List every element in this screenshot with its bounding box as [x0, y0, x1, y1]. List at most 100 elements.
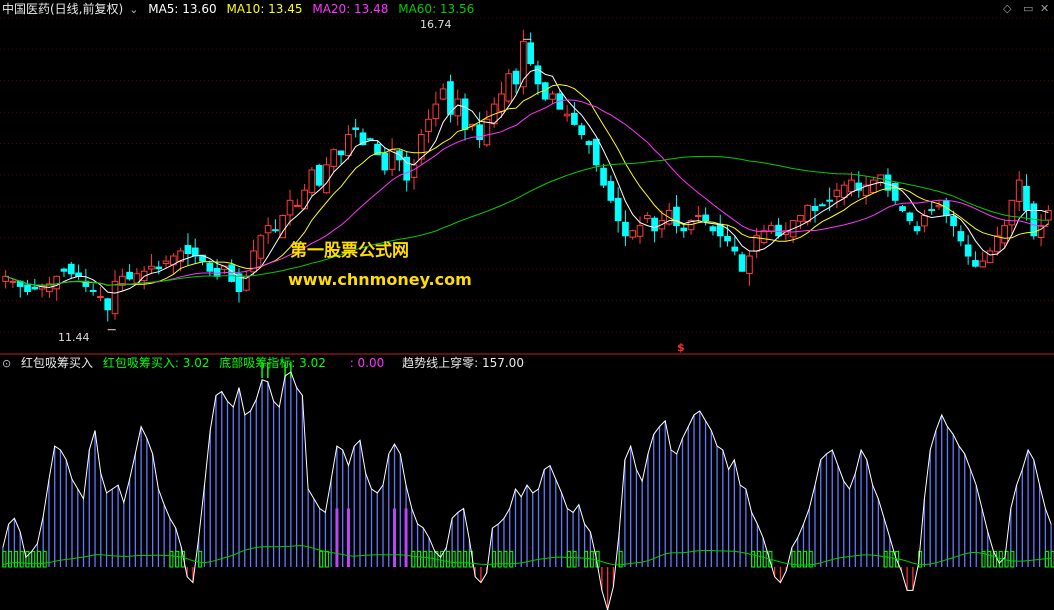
candle-body	[148, 265, 155, 270]
candle-body	[738, 254, 746, 272]
candle-body	[345, 133, 352, 156]
bottom-signal-bar	[445, 550, 450, 568]
close-icon[interactable]: ✕	[1040, 2, 1049, 15]
candle-body	[89, 289, 97, 292]
bottom-signal-bar	[169, 550, 174, 568]
candle-body	[622, 221, 629, 237]
candle-body	[461, 98, 469, 130]
ma60-line	[5, 155, 1049, 286]
indicator-header: ⊙ 红包吸筹买入 红包吸筹买入: 3.02 底部吸筹指标: 3.02 : 0.0…	[2, 356, 530, 371]
candle-body	[680, 227, 688, 232]
trend-value: 趋势线上穿零: 157.00	[402, 356, 524, 370]
candle-body	[993, 235, 1001, 253]
candlestick-series	[2, 29, 1052, 322]
bottom-signal-bar	[422, 550, 427, 568]
bottom-signal-bar	[428, 550, 433, 568]
bottom-signal-bar	[572, 550, 577, 568]
candle-body	[972, 260, 979, 267]
candle-body	[695, 215, 702, 218]
bottom-signal-bar	[566, 550, 571, 568]
candle-body	[979, 260, 987, 268]
window-control-icon[interactable]: ▭	[1023, 2, 1033, 15]
candle-body	[840, 184, 848, 198]
candle-body	[315, 165, 323, 186]
ma5-label: MA5: 13.60	[148, 2, 217, 16]
price-grid	[0, 17, 1054, 333]
chevron-down-icon[interactable]: ⌄	[129, 3, 138, 16]
bottom-signal-bar	[411, 550, 416, 568]
candle-body	[512, 70, 520, 85]
bottom-signal-bar	[463, 550, 468, 568]
candle-body	[425, 118, 432, 132]
candle-body	[614, 197, 622, 222]
buy-signal-bar	[335, 508, 339, 567]
candle-body	[549, 93, 556, 100]
candle-body	[534, 65, 542, 85]
candle-body	[257, 235, 265, 259]
candle-body	[483, 118, 491, 146]
bottom-signal-bar	[756, 550, 761, 568]
candle-body	[811, 205, 819, 211]
candle-body	[950, 216, 957, 227]
candle-body	[155, 266, 163, 270]
candle-body	[366, 138, 374, 141]
bottom-signal-bar	[25, 550, 30, 568]
buy-signal-bar	[404, 508, 408, 567]
candle-body	[410, 164, 418, 178]
candle-body	[775, 224, 782, 237]
candle-body	[293, 204, 301, 207]
candle-body	[709, 226, 717, 232]
candle-body	[1015, 179, 1023, 202]
ma10-label: MA10: 13.45	[226, 2, 303, 16]
bottom-signal-bar	[889, 550, 894, 568]
candle-body	[206, 262, 214, 272]
bottom-value: 底部吸筹指标: 3.02	[219, 356, 326, 370]
candle-body	[97, 296, 104, 299]
diamond-icon[interactable]: ◇	[1003, 2, 1011, 15]
candle-body	[432, 103, 440, 120]
candle-body	[67, 263, 75, 275]
candle-body	[111, 280, 119, 315]
candle-body	[607, 181, 615, 201]
candle-body	[1001, 225, 1008, 244]
candle-body	[184, 245, 192, 254]
candle-body	[585, 141, 593, 146]
candle-body	[337, 150, 345, 156]
candle-body	[629, 230, 637, 238]
candle-body	[702, 214, 709, 222]
bottom-signal-bar	[31, 550, 36, 568]
candle-body	[921, 215, 928, 227]
bottom-signal-bar	[751, 550, 756, 568]
candle-body	[447, 81, 454, 115]
ma60-label: MA60: 13.56	[398, 2, 475, 16]
bottom-signal-bar	[324, 550, 329, 568]
watermark-title: 第一股票公式网	[290, 241, 409, 261]
candle-body	[439, 88, 447, 100]
symbol-title[interactable]: 中国医药(日线,前复权)	[2, 2, 123, 16]
candle-body	[600, 167, 607, 186]
candle-body	[9, 280, 17, 283]
bottom-signal-bar	[42, 550, 47, 568]
candle-body	[767, 225, 775, 232]
candle-body	[578, 125, 586, 135]
indicator-name[interactable]: 红包吸筹买入	[21, 356, 93, 370]
candle-body	[264, 225, 272, 234]
candle-body	[760, 230, 768, 244]
candle-body	[833, 189, 841, 198]
candle-body	[906, 212, 914, 222]
ma20-label: MA20: 13.48	[312, 2, 389, 16]
candle-body	[724, 236, 731, 242]
candle-body	[75, 272, 82, 277]
candle-body	[848, 179, 855, 193]
bottom-signal-bar	[36, 550, 41, 568]
candle-body	[986, 250, 994, 264]
bottom-signal-bar	[503, 550, 508, 568]
settings-circle-icon[interactable]: ⊙	[2, 357, 11, 370]
bottom-signal-bar	[497, 550, 502, 568]
bottom-signal-bar	[1010, 550, 1015, 568]
candle-body	[964, 244, 972, 257]
candle-body	[308, 169, 316, 193]
candle-body	[213, 267, 221, 277]
candle-body	[826, 199, 833, 202]
candle-body	[804, 204, 812, 223]
